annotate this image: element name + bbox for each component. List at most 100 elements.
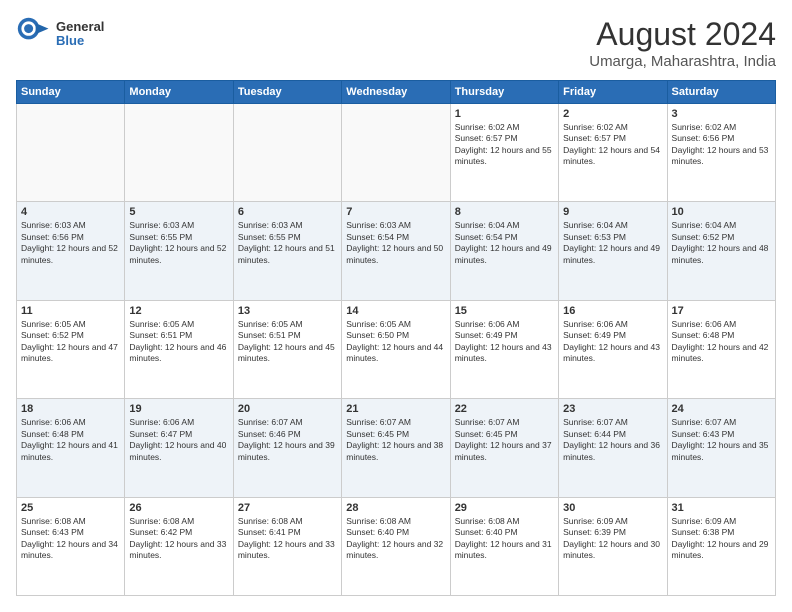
calendar-week-row: 11 Sunrise: 6:05 AMSunset: 6:52 PMDayligh… xyxy=(17,300,776,398)
day-number: 21 xyxy=(346,403,445,415)
day-details: Sunrise: 6:06 AMSunset: 6:48 PMDaylight:… xyxy=(21,417,120,463)
day-number: 15 xyxy=(455,305,554,317)
day-cell-1: 1 Sunrise: 6:02 AMSunset: 6:57 PMDaylight… xyxy=(450,104,558,202)
day-details: Sunrise: 6:08 AMSunset: 6:40 PMDaylight:… xyxy=(346,516,445,562)
day-details: Sunrise: 6:05 AMSunset: 6:51 PMDaylight:… xyxy=(238,319,337,365)
day-number: 18 xyxy=(21,403,120,415)
day-details: Sunrise: 6:08 AMSunset: 6:43 PMDaylight:… xyxy=(21,516,120,562)
day-number: 22 xyxy=(455,403,554,415)
day-details: Sunrise: 6:07 AMSunset: 6:45 PMDaylight:… xyxy=(455,417,554,463)
day-details: Sunrise: 6:02 AMSunset: 6:56 PMDaylight:… xyxy=(672,122,771,168)
day-number: 6 xyxy=(238,206,337,218)
day-cell-8: 8 Sunrise: 6:04 AMSunset: 6:54 PMDaylight… xyxy=(450,202,558,300)
day-number: 5 xyxy=(129,206,228,218)
day-cell-28: 28 Sunrise: 6:08 AMSunset: 6:40 PMDayligh… xyxy=(342,497,450,595)
day-number: 11 xyxy=(21,305,120,317)
day-details: Sunrise: 6:03 AMSunset: 6:56 PMDaylight:… xyxy=(21,220,120,266)
day-cell-12: 12 Sunrise: 6:05 AMSunset: 6:51 PMDayligh… xyxy=(125,300,233,398)
header: General Blue August 2024 Umarga, Maharas… xyxy=(16,16,776,70)
day-cell-22: 22 Sunrise: 6:07 AMSunset: 6:45 PMDayligh… xyxy=(450,399,558,497)
day-cell-14: 14 Sunrise: 6:05 AMSunset: 6:50 PMDayligh… xyxy=(342,300,450,398)
day-cell-13: 13Sunrise: 6:05 AMSunset: 6:51 PMDayligh… xyxy=(233,300,341,398)
logo-text: General Blue xyxy=(56,20,104,49)
day-cell-27: 27 Sunrise: 6:08 AMSunset: 6:41 PMDayligh… xyxy=(233,497,341,595)
day-cell-7: 7Sunrise: 6:03 AMSunset: 6:54 PMDaylight… xyxy=(342,202,450,300)
day-details: Sunrise: 6:06 AMSunset: 6:49 PMDaylight:… xyxy=(563,319,662,365)
day-cell-10: 10 Sunrise: 6:04 AMSunset: 6:52 PMDayligh… xyxy=(667,202,775,300)
day-cell-15: 15Sunrise: 6:06 AMSunset: 6:49 PMDayligh… xyxy=(450,300,558,398)
empty-cell xyxy=(125,104,233,202)
day-header-tuesday: Tuesday xyxy=(233,81,341,104)
logo-general: General xyxy=(56,20,104,34)
day-number: 30 xyxy=(563,502,662,514)
calendar-week-row: 1 Sunrise: 6:02 AMSunset: 6:57 PMDaylight… xyxy=(17,104,776,202)
day-number: 17 xyxy=(672,305,771,317)
day-number: 27 xyxy=(238,502,337,514)
day-cell-17: 17Sunrise: 6:06 AMSunset: 6:48 PMDayligh… xyxy=(667,300,775,398)
day-cell-5: 5Sunrise: 6:03 AMSunset: 6:55 PMDaylight… xyxy=(125,202,233,300)
calendar-table: SundayMondayTuesdayWednesdayThursdayFrid… xyxy=(16,80,776,596)
day-details: Sunrise: 6:04 AMSunset: 6:52 PMDaylight:… xyxy=(672,220,771,266)
day-details: Sunrise: 6:05 AMSunset: 6:52 PMDaylight:… xyxy=(21,319,120,365)
day-cell-4: 4 Sunrise: 6:03 AMSunset: 6:56 PMDaylight… xyxy=(17,202,125,300)
day-cell-23: 23 Sunrise: 6:07 AMSunset: 6:44 PMDayligh… xyxy=(559,399,667,497)
day-details: Sunrise: 6:05 AMSunset: 6:51 PMDaylight:… xyxy=(129,319,228,365)
page: General Blue August 2024 Umarga, Maharas… xyxy=(0,0,792,612)
day-cell-16: 16Sunrise: 6:06 AMSunset: 6:49 PMDayligh… xyxy=(559,300,667,398)
day-details: Sunrise: 6:07 AMSunset: 6:45 PMDaylight:… xyxy=(346,417,445,463)
day-number: 20 xyxy=(238,403,337,415)
calendar-week-row: 4 Sunrise: 6:03 AMSunset: 6:56 PMDaylight… xyxy=(17,202,776,300)
day-cell-24: 24Sunrise: 6:07 AMSunset: 6:43 PMDayligh… xyxy=(667,399,775,497)
day-number: 2 xyxy=(563,108,662,120)
day-number: 14 xyxy=(346,305,445,317)
day-number: 25 xyxy=(21,502,120,514)
day-cell-29: 29Sunrise: 6:08 AMSunset: 6:40 PMDayligh… xyxy=(450,497,558,595)
calendar-week-row: 25 Sunrise: 6:08 AMSunset: 6:43 PMDayligh… xyxy=(17,497,776,595)
day-header-thursday: Thursday xyxy=(450,81,558,104)
day-cell-21: 21 Sunrise: 6:07 AMSunset: 6:45 PMDayligh… xyxy=(342,399,450,497)
location-title: Umarga, Maharashtra, India xyxy=(589,53,776,70)
logo: General Blue xyxy=(16,16,104,52)
day-details: Sunrise: 6:08 AMSunset: 6:41 PMDaylight:… xyxy=(238,516,337,562)
day-details: Sunrise: 6:02 AMSunset: 6:57 PMDaylight:… xyxy=(455,122,554,168)
day-number: 28 xyxy=(346,502,445,514)
day-number: 10 xyxy=(672,206,771,218)
day-details: Sunrise: 6:06 AMSunset: 6:47 PMDaylight:… xyxy=(129,417,228,463)
day-details: Sunrise: 6:05 AMSunset: 6:50 PMDaylight:… xyxy=(346,319,445,365)
calendar-header-row: SundayMondayTuesdayWednesdayThursdayFrid… xyxy=(17,81,776,104)
day-header-sunday: Sunday xyxy=(17,81,125,104)
empty-cell xyxy=(342,104,450,202)
month-title: August 2024 xyxy=(589,16,776,53)
day-number: 12 xyxy=(129,305,228,317)
day-details: Sunrise: 6:02 AMSunset: 6:57 PMDaylight:… xyxy=(563,122,662,168)
day-number: 8 xyxy=(455,206,554,218)
logo-blue: Blue xyxy=(56,34,104,48)
day-cell-20: 20Sunrise: 6:07 AMSunset: 6:46 PMDayligh… xyxy=(233,399,341,497)
day-details: Sunrise: 6:07 AMSunset: 6:43 PMDaylight:… xyxy=(672,417,771,463)
day-number: 29 xyxy=(455,502,554,514)
day-header-saturday: Saturday xyxy=(667,81,775,104)
day-header-monday: Monday xyxy=(125,81,233,104)
day-details: Sunrise: 6:04 AMSunset: 6:54 PMDaylight:… xyxy=(455,220,554,266)
day-number: 19 xyxy=(129,403,228,415)
calendar-week-row: 18 Sunrise: 6:06 AMSunset: 6:48 PMDayligh… xyxy=(17,399,776,497)
day-details: Sunrise: 6:07 AMSunset: 6:44 PMDaylight:… xyxy=(563,417,662,463)
day-details: Sunrise: 6:08 AMSunset: 6:42 PMDaylight:… xyxy=(129,516,228,562)
day-cell-26: 26Sunrise: 6:08 AMSunset: 6:42 PMDayligh… xyxy=(125,497,233,595)
day-number: 9 xyxy=(563,206,662,218)
day-number: 4 xyxy=(21,206,120,218)
day-cell-30: 30Sunrise: 6:09 AMSunset: 6:39 PMDayligh… xyxy=(559,497,667,595)
day-header-friday: Friday xyxy=(559,81,667,104)
day-details: Sunrise: 6:03 AMSunset: 6:55 PMDaylight:… xyxy=(238,220,337,266)
day-cell-6: 6 Sunrise: 6:03 AMSunset: 6:55 PMDaylight… xyxy=(233,202,341,300)
day-cell-18: 18 Sunrise: 6:06 AMSunset: 6:48 PMDayligh… xyxy=(17,399,125,497)
day-number: 3 xyxy=(672,108,771,120)
day-cell-11: 11 Sunrise: 6:05 AMSunset: 6:52 PMDayligh… xyxy=(17,300,125,398)
day-cell-2: 2 Sunrise: 6:02 AMSunset: 6:57 PMDaylight… xyxy=(559,104,667,202)
day-details: Sunrise: 6:04 AMSunset: 6:53 PMDaylight:… xyxy=(563,220,662,266)
day-details: Sunrise: 6:09 AMSunset: 6:38 PMDaylight:… xyxy=(672,516,771,562)
day-cell-19: 19 Sunrise: 6:06 AMSunset: 6:47 PMDayligh… xyxy=(125,399,233,497)
day-number: 23 xyxy=(563,403,662,415)
day-number: 1 xyxy=(455,108,554,120)
day-header-wednesday: Wednesday xyxy=(342,81,450,104)
